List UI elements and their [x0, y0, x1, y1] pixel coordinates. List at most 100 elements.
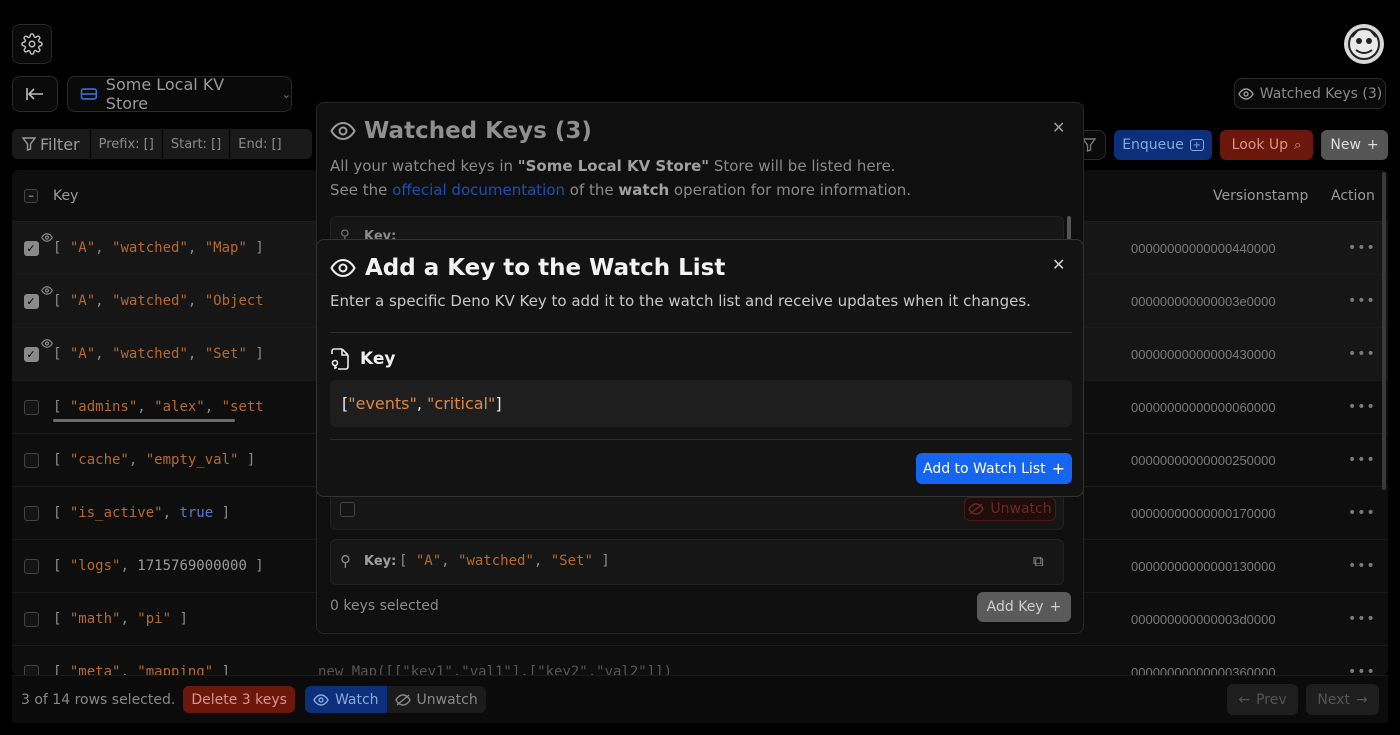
- filter-button[interactable]: Filter: [12, 129, 91, 159]
- next-page-button[interactable]: Next →: [1306, 684, 1379, 715]
- key-input-value: ["events", "critical"]: [342, 394, 502, 413]
- settings-button[interactable]: [12, 24, 52, 64]
- more-icon[interactable]: •••: [1348, 558, 1376, 574]
- unwatch-button[interactable]: Unwatch: [386, 686, 486, 713]
- avatar[interactable]: [1344, 24, 1384, 64]
- gear-icon: [21, 33, 43, 55]
- arrow-left-to-line-icon: [26, 88, 43, 100]
- eye-off-icon: [394, 693, 411, 706]
- row-versionstamp: 00000000000000430000: [1131, 346, 1276, 362]
- add-dialog-title: Add a Key to the Watch List: [365, 255, 726, 281]
- file-key-icon: [331, 348, 349, 370]
- more-icon[interactable]: •••: [1348, 399, 1376, 415]
- more-icon[interactable]: •••: [1348, 346, 1376, 362]
- row-key: [ "A", "watched", "Object" ]: [53, 293, 263, 309]
- database-icon: [80, 88, 98, 100]
- copy-icon[interactable]: ⧉: [1033, 552, 1044, 570]
- row-checkbox[interactable]: ✓: [23, 240, 39, 256]
- row-versionstamp: 00000000000000360000: [1131, 664, 1276, 676]
- filter-icon: [22, 137, 36, 151]
- add-watch-key-dialog: Add a Key to the Watch List ✕ Enter a sp…: [316, 239, 1084, 497]
- arrow-right-icon: →: [1355, 691, 1368, 708]
- more-icon[interactable]: •••: [1348, 664, 1376, 675]
- add-key-button[interactable]: Add Key +: [977, 592, 1071, 622]
- eye-off-icon: [968, 503, 985, 515]
- user-avatar-icon: [1348, 28, 1380, 60]
- watched-keys-button[interactable]: Watched Keys (3): [1234, 78, 1386, 109]
- plus-icon: +: [1049, 599, 1062, 615]
- watched-dialog-title: Watched Keys (3): [364, 118, 592, 144]
- more-icon[interactable]: •••: [1348, 611, 1376, 627]
- row-checkbox[interactable]: ✓: [23, 293, 39, 309]
- key-input[interactable]: ["events", "critical"]: [330, 380, 1072, 427]
- close-icon[interactable]: ✕: [1052, 255, 1065, 274]
- row-versionstamp: 000000000000003e0000: [1131, 293, 1276, 309]
- table-footer: 3 of 14 rows selected. Delete 3 keys Wat…: [12, 675, 1388, 723]
- square-plus-icon: +: [1189, 139, 1204, 151]
- selection-status: 3 of 14 rows selected.: [21, 691, 176, 708]
- eye-icon: [313, 693, 329, 706]
- row-versionstamp: 00000000000000130000: [1131, 558, 1276, 574]
- key-section-label: Key: [360, 349, 396, 369]
- select-all-checkbox[interactable]: –: [24, 188, 38, 203]
- row-key: [ "logs", 1715769000000 ]: [53, 558, 263, 574]
- end-filter[interactable]: End: []: [230, 129, 289, 159]
- prev-page-button[interactable]: ← Prev: [1227, 684, 1298, 715]
- more-icon[interactable]: •••: [1348, 505, 1376, 521]
- row-versionstamp: 00000000000000170000: [1131, 505, 1276, 521]
- row-key: [ "A", "watched", "Set" ]: [53, 346, 263, 362]
- row-checkbox[interactable]: [23, 664, 39, 675]
- store-selector[interactable]: Some Local KV Store ⌄: [67, 75, 292, 113]
- back-button[interactable]: [12, 76, 58, 112]
- row-checkbox[interactable]: [23, 399, 39, 415]
- watched-dialog-description: All your watched keys in "Some Local KV …: [330, 157, 912, 199]
- row-checkbox[interactable]: [23, 558, 39, 574]
- more-icon[interactable]: •••: [1348, 240, 1376, 256]
- delete-keys-button[interactable]: Delete 3 keys: [183, 686, 295, 713]
- plus-icon: +: [1051, 459, 1065, 478]
- column-action: Action: [1331, 187, 1375, 204]
- enqueue-button[interactable]: Enqueue +: [1114, 130, 1212, 160]
- unwatch-key-button[interactable]: Unwatch: [964, 497, 1056, 521]
- start-filter[interactable]: Start: []: [163, 129, 231, 159]
- eye-icon: [41, 333, 53, 352]
- add-to-watch-list-button[interactable]: Add to Watch List +: [916, 453, 1072, 484]
- watched-selection-status: 0 keys selected: [330, 598, 439, 614]
- lookup-button[interactable]: Look Up ⌕: [1220, 130, 1313, 160]
- row-versionstamp: 000000000000003d0000: [1131, 611, 1276, 627]
- more-icon[interactable]: •••: [1348, 452, 1376, 468]
- watched-key-value: [ "A", "watched", "Set" ]: [399, 553, 610, 569]
- row-key: [ "cache", "empty_val" ]: [53, 452, 256, 468]
- row-versionstamp: 00000000000000250000: [1131, 452, 1276, 468]
- search-icon: ⌕: [1294, 137, 1302, 153]
- divider: [330, 332, 1072, 333]
- more-icon[interactable]: •••: [1348, 293, 1376, 309]
- prefix-filter[interactable]: Prefix: []: [91, 129, 163, 159]
- arrow-left-icon: ←: [1238, 691, 1251, 708]
- close-icon[interactable]: ✕: [1052, 118, 1065, 137]
- eye-icon: [1237, 87, 1254, 100]
- table-row[interactable]: [ "meta", "mapping" ] new Map([["key1","v…: [12, 646, 1388, 675]
- new-button[interactable]: New +: [1321, 130, 1388, 160]
- column-versionstamp: Versionstamp: [1213, 187, 1309, 204]
- horizontal-scrollbar[interactable]: [53, 419, 235, 422]
- row-key: [ "admins", "alex", "settings" ]: [53, 399, 263, 415]
- row-checkbox[interactable]: [23, 611, 39, 627]
- eye-icon: [330, 121, 356, 141]
- documentation-link[interactable]: offecial documentation: [392, 181, 565, 199]
- row-key: [ "A", "watched", "Map" ]: [53, 240, 263, 256]
- watched-key-checkbox[interactable]: [340, 502, 355, 517]
- table-scrollbar[interactable]: [1382, 172, 1386, 490]
- row-checkbox[interactable]: ✓: [23, 346, 39, 362]
- watch-button[interactable]: Watch: [304, 686, 387, 713]
- row-key: [ "meta", "mapping" ]: [53, 664, 231, 675]
- watched-key-card: ⚲ Key: [ "A", "watched", "Set" ] ⧉: [330, 539, 1064, 585]
- row-checkbox[interactable]: [23, 452, 39, 468]
- eye-icon: [41, 227, 53, 246]
- eye-icon: [41, 280, 53, 299]
- row-checkbox[interactable]: [23, 505, 39, 521]
- chevron-down-icon: ⌄: [281, 87, 291, 101]
- row-versionstamp: 00000000000000060000: [1131, 399, 1276, 415]
- filter-bar: Filter Prefix: [] Start: [] End: []: [12, 129, 312, 159]
- plus-icon: +: [1366, 137, 1379, 153]
